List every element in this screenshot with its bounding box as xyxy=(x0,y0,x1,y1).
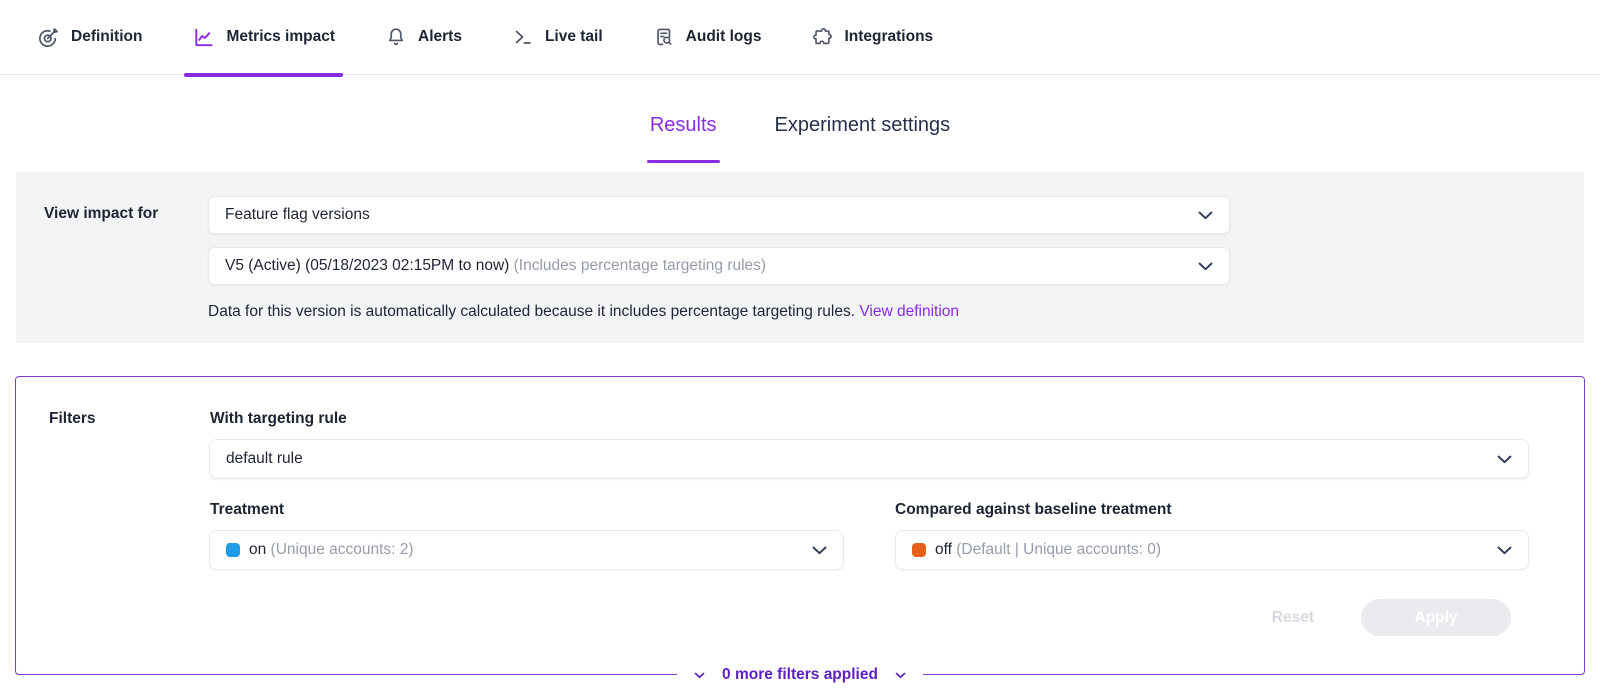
baseline-treatment-select[interactable]: off (Default | Unique accounts: 0) xyxy=(895,530,1529,570)
version-type-select[interactable]: Feature flag versions xyxy=(208,196,1230,234)
treatment-select[interactable]: on (Unique accounts: 2) xyxy=(209,530,844,570)
more-filters-toggle[interactable]: 0 more filters applied xyxy=(677,662,923,688)
version-select[interactable]: V5 (Active) (05/18/2023 02:15PM to now) … xyxy=(208,247,1230,285)
chevron-down-icon xyxy=(895,672,906,679)
view-definition-link[interactable]: View definition xyxy=(859,303,959,320)
page-header: Definition Metrics impact Alerts Live ta… xyxy=(0,0,1600,75)
tab-integrations[interactable]: Integrations xyxy=(803,0,941,74)
tab-label: Alerts xyxy=(418,28,462,46)
target-icon xyxy=(37,26,60,49)
tab-label: Definition xyxy=(71,28,142,46)
line-chart-icon xyxy=(192,26,215,49)
version-value: V5 (Active) (05/18/2023 02:15PM to now) … xyxy=(225,257,1198,275)
tab-alerts[interactable]: Alerts xyxy=(377,0,470,74)
chevron-down-icon xyxy=(1497,455,1512,464)
subtab-experiment-settings[interactable]: Experiment settings xyxy=(775,114,951,151)
tab-audit-logs[interactable]: Audit logs xyxy=(645,0,770,74)
terminal-icon xyxy=(512,26,534,48)
view-impact-label: View impact for xyxy=(16,196,208,321)
results-subtabs: Results Experiment settings xyxy=(0,114,1600,151)
version-helper-text: Data for this version is automatically c… xyxy=(208,303,1230,321)
treatment-color-swatch xyxy=(226,543,240,557)
baseline-color-swatch xyxy=(912,543,926,557)
tab-label: Audit logs xyxy=(686,28,762,46)
targeting-rule-label: With targeting rule xyxy=(210,410,347,428)
chevron-down-icon xyxy=(812,546,827,555)
reset-button[interactable]: Reset xyxy=(1272,609,1314,627)
tab-metrics-impact[interactable]: Metrics impact xyxy=(184,0,343,74)
filters-title: Filters xyxy=(49,410,96,428)
chevron-down-icon xyxy=(694,672,705,679)
version-note: (Includes percentage targeting rules) xyxy=(509,257,766,274)
chevron-down-icon xyxy=(1198,262,1213,271)
chevron-down-icon xyxy=(1497,546,1512,555)
baseline-treatment-value: off (Default | Unique accounts: 0) xyxy=(935,541,1497,559)
puzzle-icon xyxy=(811,26,833,48)
version-type-value: Feature flag versions xyxy=(225,206,1198,224)
chevron-down-icon xyxy=(1198,211,1213,220)
tab-definition[interactable]: Definition xyxy=(29,0,150,74)
audit-document-icon xyxy=(653,26,675,48)
baseline-treatment-label: Compared against baseline treatment xyxy=(895,501,1172,519)
targeting-rule-select[interactable]: default rule xyxy=(209,439,1529,479)
more-filters-label: 0 more filters applied xyxy=(722,666,878,684)
treatment-label: Treatment xyxy=(210,501,284,519)
targeting-rule-value: default rule xyxy=(226,450,1497,468)
subtab-results[interactable]: Results xyxy=(650,114,717,151)
treatment-value: on (Unique accounts: 2) xyxy=(249,541,812,559)
tab-label: Integrations xyxy=(844,28,933,46)
tab-label: Metrics impact xyxy=(226,28,335,46)
tab-live-tail[interactable]: Live tail xyxy=(504,0,611,74)
filters-actions: Reset Apply xyxy=(1272,599,1511,636)
tab-label: Live tail xyxy=(545,28,603,46)
apply-button[interactable]: Apply xyxy=(1361,599,1511,636)
filters-panel: Filters With targeting rule default rule… xyxy=(15,376,1585,675)
view-impact-panel: View impact for Feature flag versions V5… xyxy=(16,172,1584,343)
bell-icon xyxy=(385,26,407,48)
